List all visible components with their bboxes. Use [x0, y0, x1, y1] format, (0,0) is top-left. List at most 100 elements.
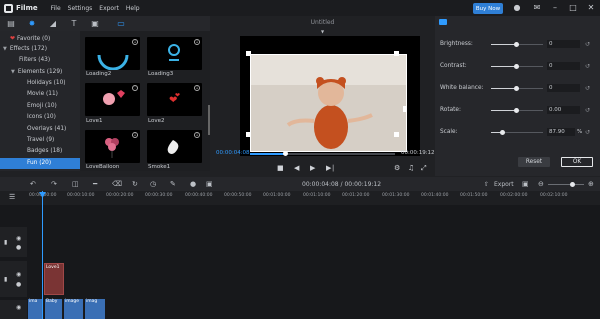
effect-thumb-loading3[interactable]: ↓	[147, 37, 202, 70]
preview-progress-knob[interactable]	[283, 151, 288, 156]
sidebar-item-icons[interactable]: Icons (10)	[0, 112, 80, 123]
scale-slider[interactable]	[491, 130, 543, 135]
fullscreen-icon[interactable]: ⤢	[421, 164, 427, 173]
timeline-ruler[interactable]: ☰ 00:00:00:00 00:00:10:00 00:00:20:00 00…	[0, 191, 600, 205]
zoom-knob[interactable]	[570, 182, 575, 187]
download-icon[interactable]: ↓	[194, 132, 200, 138]
brightness-value[interactable]: 0	[547, 40, 580, 48]
menu-help[interactable]: Help	[126, 5, 140, 12]
download-icon[interactable]: ↓	[194, 39, 200, 45]
close-icon[interactable]: ✕	[586, 3, 596, 13]
download-icon[interactable]: ↓	[194, 85, 200, 91]
effects-icon[interactable]: ✸	[27, 19, 37, 29]
notification-icon[interactable]: ✉	[532, 3, 542, 13]
rotate-slider[interactable]	[491, 108, 543, 113]
record-screen-icon[interactable]: ▣	[206, 180, 213, 188]
export-button[interactable]: Export	[494, 181, 514, 188]
resize-handle-r[interactable]	[403, 106, 407, 112]
media-clip[interactable]: image	[64, 299, 84, 319]
timer-icon[interactable]: ◷	[150, 180, 156, 188]
effect-thumb-love1[interactable]: ♡	[85, 83, 140, 116]
menu-settings[interactable]: Settings	[68, 5, 93, 12]
scale-value[interactable]: 87.90	[547, 128, 575, 136]
resize-handle-tr[interactable]	[394, 51, 399, 56]
lock-toggle-icon[interactable]: ●	[16, 281, 21, 288]
templates-icon[interactable]: ▭	[111, 19, 131, 29]
crop-icon[interactable]: ◫	[72, 180, 79, 188]
slider-knob[interactable]	[514, 108, 519, 113]
eye-icon[interactable]: ◉	[16, 235, 21, 242]
eye-icon[interactable]: ◉	[16, 271, 21, 278]
sidebar-item-favorite[interactable]: ❤ Favorite (0)	[0, 33, 80, 44]
effect-thumb-loading2[interactable]: ↓	[85, 37, 140, 71]
menu-export[interactable]: Export	[99, 5, 119, 12]
brightness-slider[interactable]	[491, 42, 543, 47]
next-frame-icon[interactable]: ▶∣	[326, 164, 335, 172]
effect-thumb-loveballoon[interactable]: ↓	[85, 130, 140, 163]
maximize-icon[interactable]: □	[568, 3, 578, 13]
lock-icon[interactable]: ▮	[4, 239, 7, 246]
lock-toggle-icon[interactable]: ●	[16, 244, 21, 251]
zoom-out-icon[interactable]: ⊖	[538, 180, 544, 188]
reset-button[interactable]: Reset	[518, 157, 550, 167]
slider-knob[interactable]	[514, 64, 519, 69]
export-icon[interactable]: ⇧	[484, 181, 489, 188]
microphone-icon[interactable]: ●	[190, 180, 196, 188]
white-balance-slider[interactable]	[491, 86, 543, 91]
slider-knob[interactable]	[514, 42, 519, 47]
reset-white-balance-icon[interactable]: ↺	[585, 85, 590, 92]
play-icon[interactable]: ▶	[310, 164, 315, 172]
prev-frame-icon[interactable]: ◀	[294, 164, 299, 172]
ok-button[interactable]: OK	[561, 157, 593, 167]
sidebar-item-fun[interactable]: Fun (20)	[0, 158, 80, 169]
sidebar-item-badges[interactable]: Badges (18)	[0, 146, 80, 157]
contrast-value[interactable]: 0	[547, 62, 580, 70]
reset-contrast-icon[interactable]: ↺	[585, 63, 590, 70]
menu-file[interactable]: File	[51, 5, 61, 12]
white-balance-value[interactable]: 0	[547, 84, 580, 92]
redo-icon[interactable]: ↷	[51, 180, 57, 188]
zoom-in-icon[interactable]: ⊕	[588, 180, 594, 188]
sidebar-item-filters[interactable]: Filters (43)	[0, 55, 80, 66]
zoom-fit-icon[interactable]: ▣	[522, 180, 529, 188]
resize-handle-bl[interactable]	[246, 132, 251, 137]
eye-icon[interactable]: ◉	[16, 304, 21, 311]
download-icon[interactable]: ↓	[132, 39, 138, 45]
split-icon[interactable]: ━	[93, 180, 97, 188]
contrast-slider[interactable]	[491, 64, 543, 69]
image-properties-icon[interactable]	[439, 19, 447, 25]
heart-outline-icon[interactable]: ♡	[132, 85, 138, 91]
minimize-icon[interactable]: –	[550, 3, 560, 13]
media-clip[interactable]: Baby	[45, 299, 63, 319]
reset-scale-icon[interactable]: ↺	[585, 129, 590, 136]
sidebar-item-emoji[interactable]: Emoji (10)	[0, 101, 80, 112]
undo-icon[interactable]: ↶	[30, 180, 36, 188]
account-icon[interactable]: ●	[512, 3, 522, 13]
sidebar-item-elements[interactable]: ▼ Elements (129)	[0, 67, 80, 78]
reset-rotate-icon[interactable]: ↺	[585, 107, 590, 114]
media-clip[interactable]: imag	[85, 299, 105, 319]
rotate-value[interactable]: 0.00	[547, 106, 580, 114]
playhead[interactable]	[42, 191, 43, 319]
zoom-slider[interactable]	[548, 182, 584, 187]
lock-icon[interactable]: ▮	[4, 276, 7, 283]
pen-icon[interactable]: ✎	[170, 180, 176, 188]
effect-thumb-love2[interactable]: ❤ ❤ ↓	[147, 83, 202, 116]
resize-handle-br[interactable]	[394, 132, 399, 137]
sidebar-item-effects[interactable]: ▼ Effects (172)	[0, 44, 80, 55]
transitions-icon[interactable]: ◢	[48, 19, 58, 29]
settings-gear-icon[interactable]: ⚙	[394, 164, 400, 172]
sidebar-item-travel[interactable]: Travel (9)	[0, 135, 80, 146]
text-icon[interactable]: T	[69, 19, 79, 29]
sidebar-item-movie[interactable]: Movie (11)	[0, 89, 80, 100]
preview-progress-track[interactable]	[250, 151, 395, 156]
delete-icon[interactable]: ⌫	[112, 180, 122, 188]
buy-now-button[interactable]: Buy Now	[473, 3, 503, 14]
rotate-icon[interactable]: ↻	[132, 180, 138, 188]
effect-thumb-smoke1[interactable]: ↓	[147, 130, 202, 163]
volume-icon[interactable]: ♫	[408, 164, 414, 172]
slider-knob[interactable]	[514, 86, 519, 91]
preview-image[interactable]	[250, 54, 407, 152]
sidebar-item-overlays[interactable]: Overlays (41)	[0, 124, 80, 135]
media-icon[interactable]: ▤	[6, 19, 16, 29]
